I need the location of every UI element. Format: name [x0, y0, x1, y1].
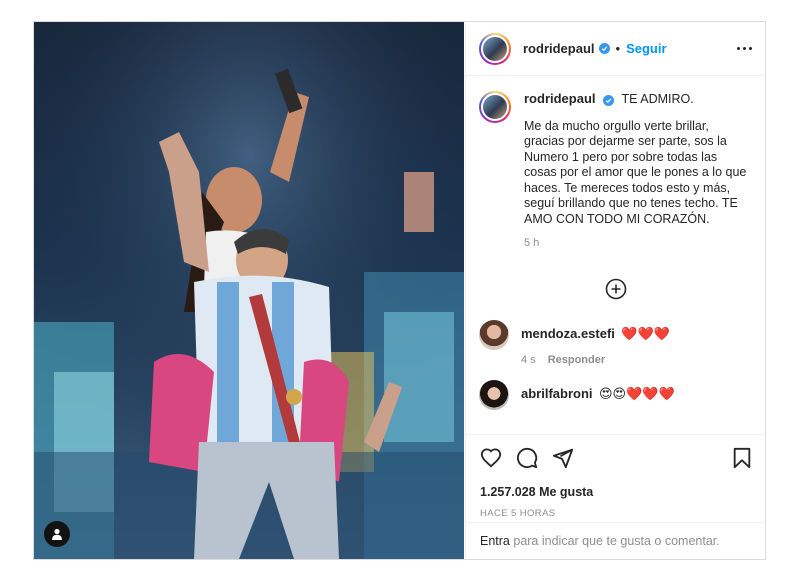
plus-circle-icon — [605, 278, 626, 299]
like-heart-icon[interactable] — [480, 447, 502, 469]
caption-text: Me da mucho orgullo verte brillar, graci… — [524, 118, 747, 226]
caption-username[interactable]: rodridepaul — [524, 91, 596, 106]
post-header: rodridepaul • Seguir — [466, 22, 766, 76]
user-icon — [52, 528, 62, 540]
caption-headline: TE ADMIRO. — [621, 92, 694, 106]
post-actions: 1.257.028 Me gusta HACE 5 HORAS — [466, 434, 766, 522]
comment-item: abrilfabroni 😍😍❤️❤️❤️ — [479, 379, 752, 410]
commenter-username[interactable]: abrilfabroni — [521, 386, 593, 401]
more-options-icon[interactable] — [737, 43, 752, 54]
caption-author-avatar[interactable] — [479, 91, 511, 123]
share-send-icon[interactable] — [552, 447, 574, 469]
login-prompt-text: para indicar que te gusta o comentar. — [509, 534, 720, 548]
author-avatar[interactable] — [479, 32, 511, 65]
post-caption: rodridepaul TE ADMIRO. Me da mucho orgul… — [479, 91, 752, 252]
follow-button[interactable]: Seguir — [626, 41, 666, 56]
likes-count[interactable]: 1.257.028 Me gusta — [480, 485, 752, 499]
load-more-comments-button[interactable] — [479, 278, 752, 300]
post-side-panel: rodridepaul • Seguir rodridepaul TE ADMI… — [465, 22, 766, 559]
separator-dot: • — [615, 41, 621, 56]
comment-time[interactable]: 4 s — [521, 354, 536, 366]
comments-section[interactable]: rodridepaul TE ADMIRO. Me da mucho orgul… — [466, 77, 766, 433]
commenter-avatar[interactable] — [479, 319, 509, 350]
comment-item: mendoza.estefi ❤️❤️❤️ 4 s Responder — [479, 319, 752, 366]
commenter-avatar[interactable] — [479, 379, 509, 410]
concert-photo — [34, 22, 464, 559]
comment-text: 😍😍❤️❤️❤️ — [599, 385, 675, 401]
bookmark-save-icon[interactable] — [732, 447, 752, 469]
verified-badge-icon — [603, 95, 614, 106]
tagged-users-button[interactable] — [44, 521, 70, 547]
post-card: rodridepaul • Seguir rodridepaul TE ADMI… — [33, 21, 766, 560]
post-timestamp[interactable]: HACE 5 HORAS — [480, 508, 752, 519]
commenter-username[interactable]: mendoza.estefi — [521, 326, 615, 341]
reply-button[interactable]: Responder — [548, 354, 605, 366]
comment-text: ❤️❤️❤️ — [621, 325, 670, 341]
comment-bubble-icon[interactable] — [516, 447, 538, 469]
post-photo[interactable] — [34, 22, 464, 559]
verified-badge-icon — [598, 43, 610, 54]
author-username[interactable]: rodridepaul — [523, 41, 595, 56]
login-link[interactable]: Entra — [480, 534, 510, 548]
login-to-comment-bar: Entra para indicar que te gusta o coment… — [466, 522, 766, 559]
caption-time[interactable]: 5 h — [524, 236, 749, 252]
